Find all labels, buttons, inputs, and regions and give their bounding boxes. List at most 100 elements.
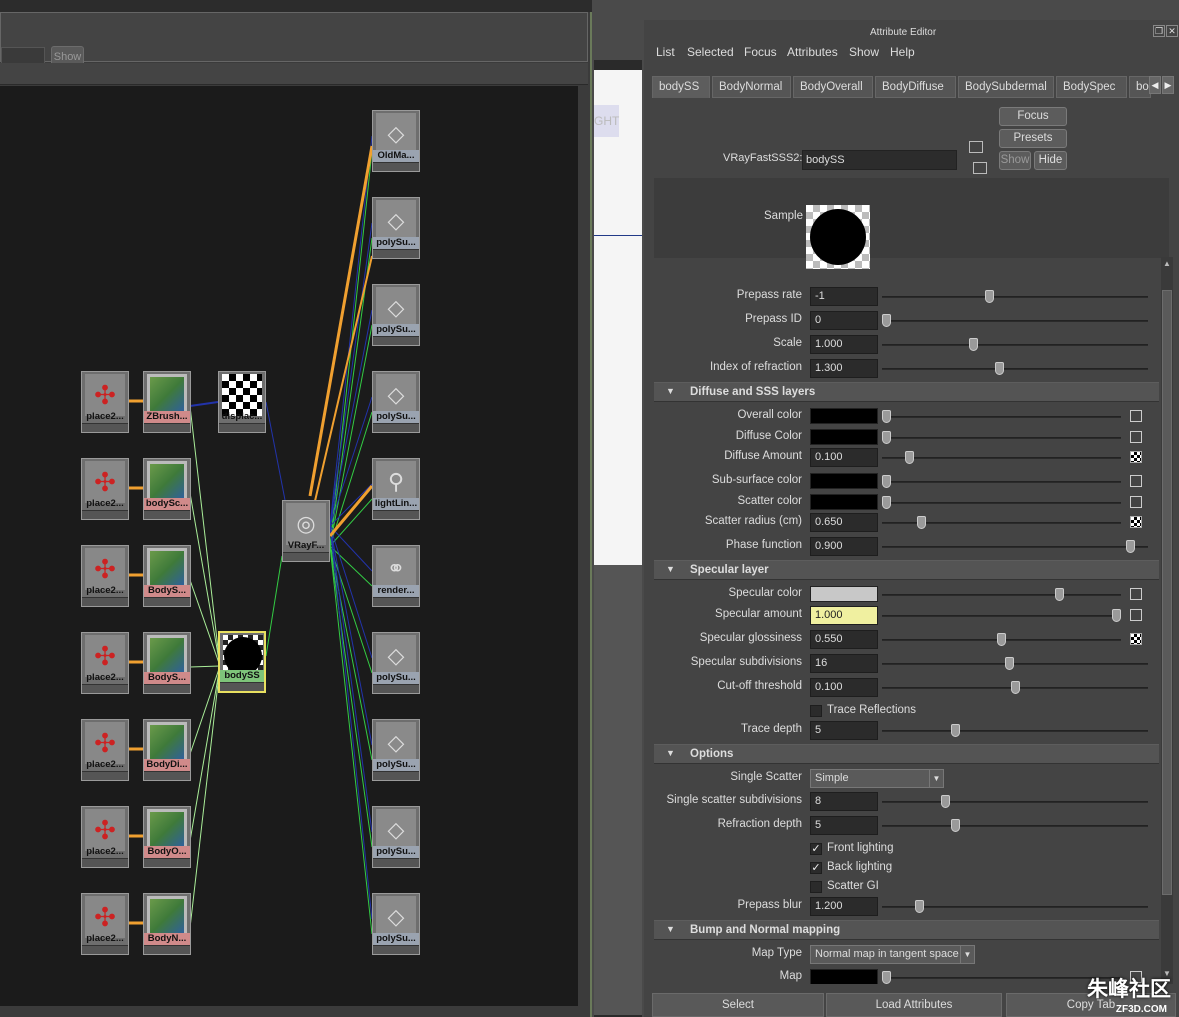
color-swatch[interactable] (810, 493, 878, 510)
slider-track[interactable] (882, 546, 1148, 548)
value-field[interactable]: 1.300 (810, 359, 878, 378)
tab-bodysubdermal[interactable]: BodySubdermal (958, 76, 1054, 98)
collapse-triangle-icon[interactable]: ▼ (666, 386, 675, 396)
hypershade-node[interactable]: ⚲ lightLin... (372, 458, 420, 520)
checkbox-checked[interactable]: ✓ (810, 861, 822, 874)
slider-handle[interactable] (951, 818, 960, 832)
hypershade-node[interactable]: ◎ VRayF... (282, 500, 330, 562)
tab-bodynormal[interactable]: BodyNormal (712, 76, 791, 98)
value-field[interactable]: 8 (810, 791, 878, 811)
slider-handle[interactable] (1112, 608, 1121, 622)
node-ports[interactable] (144, 423, 190, 432)
tab-bodydiffuse[interactable]: BodyDiffuse (875, 76, 956, 98)
value-field[interactable]: 0.100 (810, 448, 878, 467)
slider-handle[interactable] (1055, 588, 1064, 601)
node-ports[interactable] (373, 162, 419, 171)
node-ports[interactable] (144, 771, 190, 780)
hypershade-node[interactable]: BodyS... (143, 545, 191, 607)
node-ports[interactable] (82, 510, 128, 519)
slider-track[interactable] (882, 501, 1121, 504)
menu-item-list[interactable]: List (656, 45, 675, 59)
value-field[interactable]: 5 (810, 720, 878, 740)
hypershade-node[interactable]: ✣ place2... (81, 458, 129, 520)
section-header-options[interactable]: ▼ Options (654, 743, 1159, 764)
node-ports[interactable] (373, 597, 419, 606)
hypershade-node[interactable]: BodyDi... (143, 719, 191, 781)
value-field[interactable]: 0.650 (810, 513, 878, 532)
hypershade-node[interactable]: ✣ place2... (81, 632, 129, 694)
slider-track[interactable] (882, 320, 1148, 322)
hypershade-node[interactable]: ◇ polySu... (372, 197, 420, 259)
value-field[interactable]: 1.000 (810, 605, 878, 625)
value-field[interactable]: 0 (810, 311, 878, 330)
slider-handle[interactable] (915, 899, 924, 913)
node-ports[interactable] (283, 552, 329, 561)
node-ports[interactable] (144, 597, 190, 606)
color-swatch[interactable] (810, 408, 878, 424)
hypershade-node[interactable]: ◇ polySu... (372, 806, 420, 868)
hypershade-node[interactable]: ZBrush... (143, 371, 191, 433)
node-ports[interactable] (219, 423, 265, 432)
hypershade-node[interactable]: BodyN... (143, 893, 191, 955)
checkbox[interactable] (810, 704, 822, 717)
collapse-triangle-icon[interactable]: ▼ (666, 748, 675, 758)
color-swatch[interactable] (810, 586, 878, 602)
slider-track[interactable] (882, 416, 1121, 418)
slider-handle[interactable] (1005, 656, 1014, 670)
checker-map-icon[interactable] (1130, 451, 1142, 463)
output-connection-icon[interactable] (973, 162, 987, 174)
hypershade-node[interactable]: ◇ polySu... (372, 893, 420, 955)
scrollbar[interactable]: ▲ ▼ (1161, 257, 1173, 984)
section-header-specular-layer[interactable]: ▼ Specular layer (654, 560, 1159, 580)
checkbox-checked[interactable]: ✓ (810, 842, 822, 855)
slider-track[interactable] (882, 662, 1148, 665)
float-panel-icon[interactable]: ❐ (1153, 25, 1165, 37)
tab-scroll-left-icon[interactable]: ◀ (1149, 76, 1161, 94)
node-ports[interactable] (373, 510, 419, 519)
hypershade-node[interactable]: ✣ place2... (81, 719, 129, 781)
slider-handle[interactable] (969, 338, 978, 351)
hypershade-node[interactable]: ◇ polySu... (372, 632, 420, 694)
hide-button[interactable]: Hide (1034, 151, 1067, 170)
node-ports[interactable] (82, 684, 128, 693)
hypershade-node[interactable]: ✣ place2... (81, 806, 129, 868)
color-swatch[interactable] (810, 968, 878, 984)
slider-track[interactable] (882, 436, 1121, 439)
slider-track[interactable] (882, 344, 1148, 346)
section-header-diffuse-and-sss-layers[interactable]: ▼ Diffuse and SSS layers (654, 382, 1159, 402)
slider-track[interactable] (882, 824, 1148, 827)
slider-handle[interactable] (882, 970, 891, 984)
collapse-triangle-icon[interactable]: ▼ (666, 924, 675, 934)
close-icon[interactable]: ✕ (1166, 25, 1178, 37)
menu-item-focus[interactable]: Focus (744, 45, 777, 59)
dropdown[interactable]: Simple ▼ (810, 768, 944, 788)
map-button-icon[interactable] (1130, 588, 1142, 600)
hypershade-node[interactable]: BodyS... (143, 632, 191, 694)
node-ports[interactable] (220, 682, 264, 691)
value-field[interactable]: 0.100 (810, 677, 878, 697)
slider-track[interactable] (882, 976, 1121, 979)
node-graph-canvas[interactable]: ◇ OldMa... ◇ polySu... ◇ polySu... ◇ polySu... ⚲… (0, 86, 578, 1006)
scroll-up-icon[interactable]: ▲ (1161, 259, 1173, 271)
section-header-bump-and-normal-mapping[interactable]: ▼ Bump and Normal mapping (654, 919, 1159, 940)
slider-track[interactable] (882, 296, 1148, 298)
map-button-icon[interactable] (1130, 495, 1142, 508)
node-ports[interactable] (144, 945, 190, 954)
node-ports[interactable] (373, 945, 419, 954)
hypershade-node[interactable]: ✣ place2... (81, 545, 129, 607)
slider-handle[interactable] (995, 362, 1004, 375)
menu-item-attributes[interactable]: Attributes (787, 45, 838, 59)
node-ports[interactable] (82, 423, 128, 432)
hypershade-node[interactable]: ◇ polySu... (372, 719, 420, 781)
hypershade-node[interactable]: bodySS (218, 631, 266, 693)
node-ports[interactable] (373, 684, 419, 693)
slider-track[interactable] (882, 729, 1148, 732)
node-ports[interactable] (82, 597, 128, 606)
scrollbar-thumb[interactable] (1162, 290, 1172, 895)
dropdown[interactable]: Normal map in tangent space ▼ (810, 944, 975, 964)
hypershade-node[interactable]: bodySc... (143, 458, 191, 520)
value-field[interactable]: -1 (810, 287, 878, 306)
map-button-icon[interactable] (1130, 430, 1142, 443)
value-field[interactable]: 5 (810, 815, 878, 835)
checkbox[interactable] (810, 880, 822, 893)
